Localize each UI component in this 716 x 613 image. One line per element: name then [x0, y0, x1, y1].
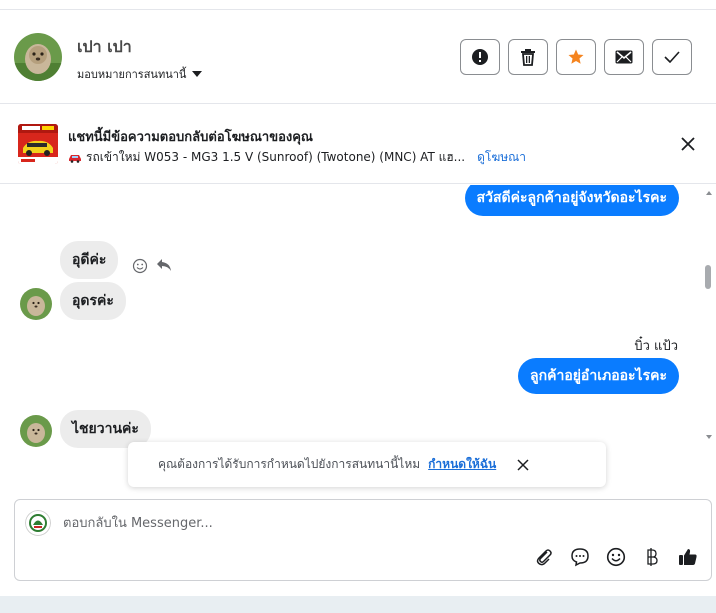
check-icon — [664, 51, 680, 63]
react-emoji-icon[interactable] — [132, 258, 148, 274]
contact-avatar-small — [20, 288, 52, 320]
assign-to-me-link[interactable]: กำหนดให้ฉัน — [428, 455, 496, 474]
caret-down-icon — [192, 71, 203, 77]
contact-name: เปา เปา — [77, 37, 132, 56]
mark-done-button[interactable] — [652, 39, 692, 75]
conversation-header: เปา เปา มอบหมายการสนทนานี้ — [0, 10, 716, 104]
envelope-icon — [615, 50, 633, 64]
alert-icon — [472, 49, 488, 65]
reply-icon[interactable] — [156, 258, 172, 272]
baht-icon — [647, 548, 658, 566]
ad-reply-banner: แชทนี้มีข้อความตอบกลับต่อโฆษณาของคุณ รถเ… — [0, 104, 716, 184]
saved-replies-button[interactable] — [569, 546, 591, 568]
paperclip-icon — [536, 549, 552, 566]
payment-button[interactable] — [641, 546, 663, 568]
star-icon — [568, 49, 584, 64]
attach-button[interactable] — [533, 546, 555, 568]
page-background-strip — [0, 596, 716, 613]
incoming-message[interactable]: อุดรค่ะ — [60, 282, 126, 320]
header-actions — [460, 39, 692, 75]
reply-composer — [14, 499, 712, 581]
ad-thumbnail[interactable] — [18, 124, 58, 164]
composer-toolbar — [533, 546, 699, 568]
car-icon — [69, 154, 81, 163]
delete-button[interactable] — [508, 39, 548, 75]
like-button[interactable] — [677, 546, 699, 568]
assign-conversation-dropdown[interactable]: มอบหมายการสนทนานี้ — [77, 65, 203, 83]
assign-suggestion-text: คุณต้องการได้รับการกำหนดไปยังการสนทนานี้… — [158, 457, 421, 471]
view-ad-link[interactable]: ดูโฆษณา — [477, 148, 526, 167]
ad-reply-title: แชทนี้มีข้อความตอบกลับต่อโฆษณาของคุณ — [68, 130, 313, 145]
contact-avatar[interactable] — [14, 33, 62, 81]
contact-avatar-small — [20, 415, 52, 447]
chat-scrollbar[interactable] — [704, 185, 714, 499]
mark-unread-button[interactable] — [604, 39, 644, 75]
close-icon[interactable] — [680, 136, 696, 152]
incoming-message[interactable]: อุดีค่ะ — [60, 241, 119, 279]
messenger-panel: เปา เปา มอบหมายการสนทนานี้ แชทนี้มีข้อคว… — [0, 9, 716, 596]
close-icon[interactable] — [516, 458, 530, 472]
trash-icon — [521, 49, 535, 66]
assign-suggestion-popup: คุณต้องการได้รับการกำหนดไปยังการสนทนานี้… — [128, 442, 606, 487]
outgoing-message[interactable]: ลูกค้าอยู่อำเภออะไรคะ — [518, 358, 679, 394]
star-button[interactable] — [556, 39, 596, 75]
emoji-button[interactable] — [605, 546, 627, 568]
page-avatar — [25, 510, 51, 536]
message-sender-name: บิ๋ว แป้ว — [634, 339, 678, 354]
report-button[interactable] — [460, 39, 500, 75]
outgoing-message[interactable]: สวัสดีค่ะลูกค้าอยู่จังหวัดอะไรคะ — [464, 185, 679, 216]
ad-description: รถเข้าใหม่ W053 - MG3 1.5 V (Sunroof) (T… — [86, 150, 466, 164]
ad-description-row: รถเข้าใหม่ W053 - MG3 1.5 V (Sunroof) (T… — [68, 148, 526, 167]
emoji-icon — [606, 547, 626, 567]
chat-bubble-icon — [571, 548, 589, 567]
reply-input[interactable] — [63, 512, 663, 534]
assign-label: มอบหมายการสนทนานี้ — [77, 68, 187, 81]
thumbs-up-icon — [679, 549, 697, 565]
